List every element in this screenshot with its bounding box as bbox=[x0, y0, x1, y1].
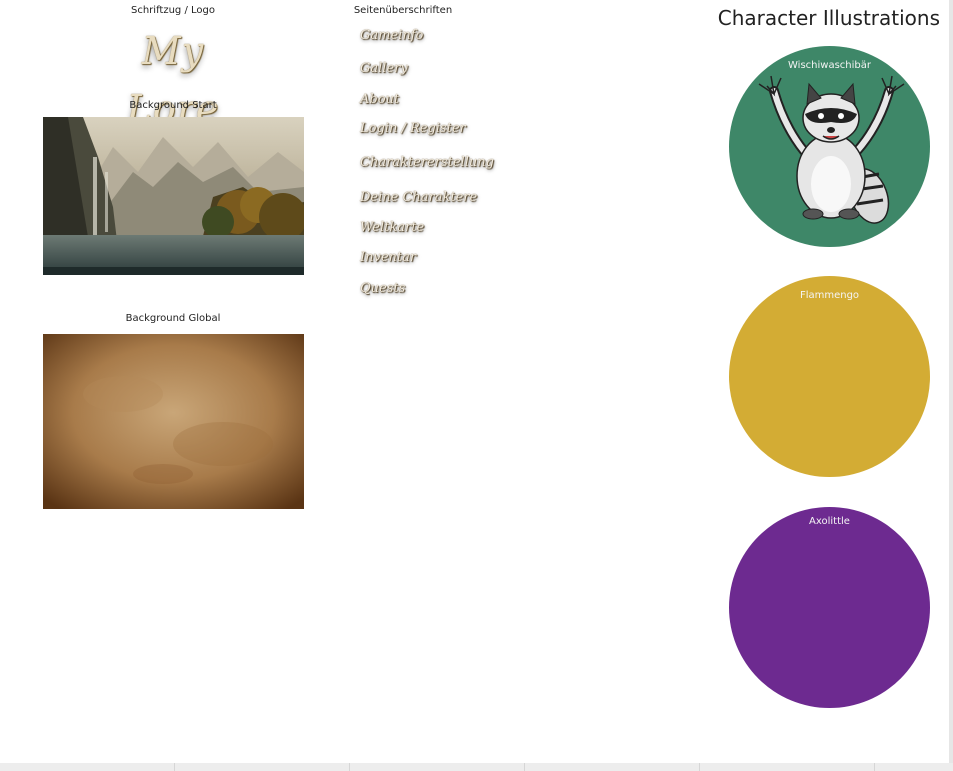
logo: My Lore bbox=[126, 29, 220, 131]
character-card-wischiwaschibaer[interactable]: Wischiwaschibär bbox=[729, 46, 930, 247]
background-global-caption: Background Global bbox=[125, 313, 221, 324]
background-start-image[interactable] bbox=[43, 117, 304, 275]
tab-segment[interactable] bbox=[875, 763, 953, 771]
background-start-caption: Background Start bbox=[129, 100, 217, 111]
raccoon-illustration-icon bbox=[758, 75, 905, 224]
heading-charaktererstellung[interactable]: Charaktererstellung bbox=[360, 155, 494, 170]
tab-segment[interactable] bbox=[175, 763, 350, 771]
character-name: Flammengo bbox=[799, 290, 860, 301]
heading-login-register[interactable]: Login / Register bbox=[360, 121, 466, 136]
scrollbar-track[interactable] bbox=[949, 0, 953, 771]
character-card-flammengo[interactable]: Flammengo bbox=[729, 276, 930, 477]
tab-segment[interactable] bbox=[525, 763, 700, 771]
heading-about[interactable]: About bbox=[360, 92, 399, 107]
tab-segment[interactable] bbox=[0, 763, 175, 771]
heading-weltkarte[interactable]: Weltkarte bbox=[360, 220, 424, 235]
heading-inventar[interactable]: Inventar bbox=[360, 250, 416, 265]
heading-gallery[interactable]: Gallery bbox=[360, 61, 408, 76]
logo-caption: Schriftzug / Logo bbox=[131, 5, 215, 16]
tab-segment[interactable] bbox=[350, 763, 525, 771]
headings-caption: Seitenüberschriften bbox=[353, 5, 453, 16]
heading-gameinfo[interactable]: Gameinfo bbox=[360, 28, 423, 43]
page-canvas: Schriftzug / Logo My Lore Background Sta… bbox=[0, 0, 949, 763]
heading-quests[interactable]: Quests bbox=[360, 281, 405, 296]
character-name: Axolittle bbox=[809, 516, 850, 527]
character-card-axolittle[interactable]: Axolittle bbox=[729, 507, 930, 708]
character-illustrations-title: Character Illustrations bbox=[717, 6, 940, 30]
tab-segment[interactable] bbox=[700, 763, 875, 771]
bottom-tab-strip bbox=[0, 763, 953, 771]
background-global-image[interactable] bbox=[43, 334, 304, 509]
heading-deine-charaktere[interactable]: Deine Charaktere bbox=[360, 190, 477, 205]
